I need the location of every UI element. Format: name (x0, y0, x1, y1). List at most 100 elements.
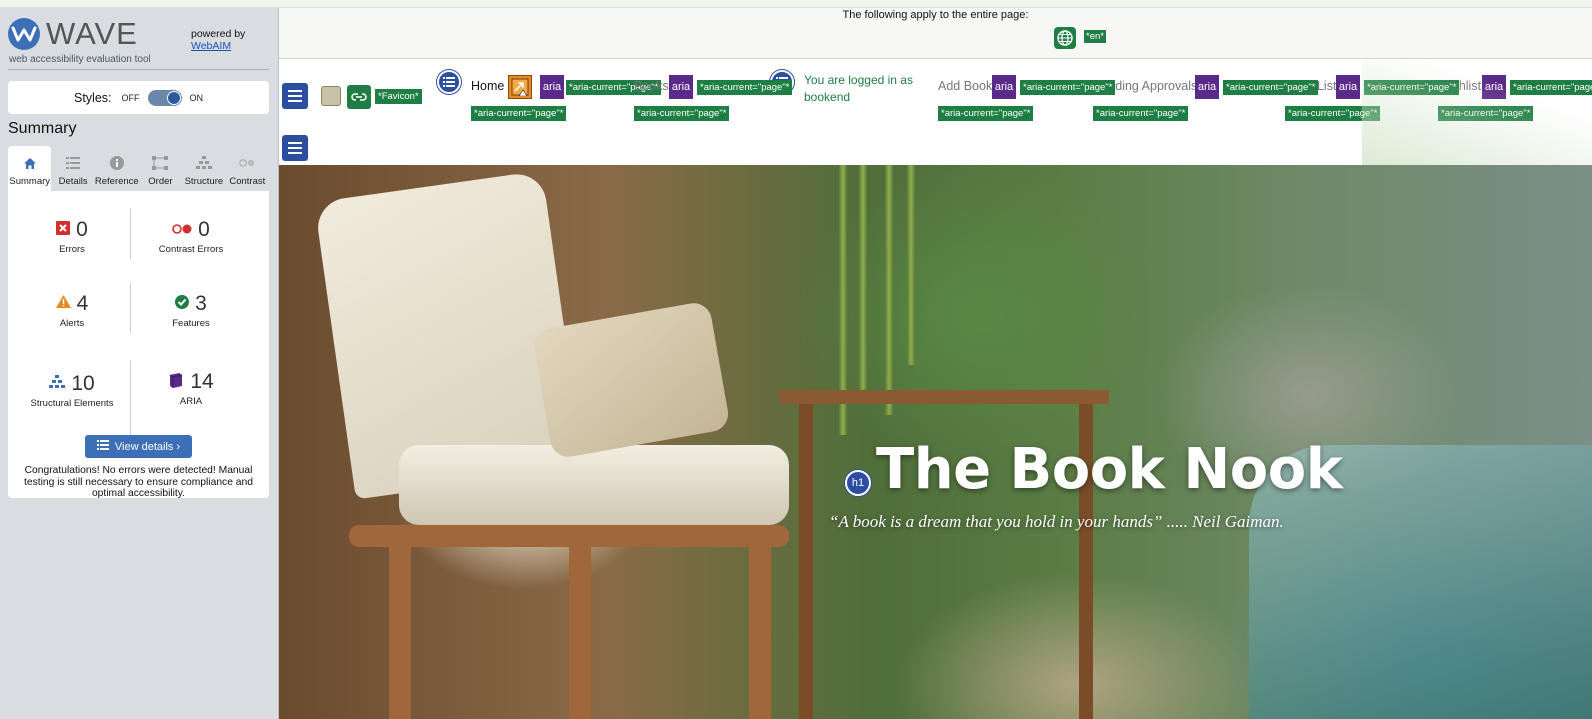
aria-current-tag: *aria-current="page"* (1510, 80, 1592, 95)
login-status: You are logged in as bookend (804, 73, 913, 104)
divider (130, 209, 131, 259)
aria-current-text: *aria-current="page"* (1513, 82, 1592, 93)
aria-current-tag: *aria-current="page"* (697, 80, 793, 95)
tab-structure[interactable]: Structure (182, 146, 225, 191)
tab-label: Reference (94, 176, 139, 187)
aria-current-tag: *aria-current="page"* (1364, 80, 1460, 95)
nav-home[interactable]: Home (471, 79, 504, 93)
view-details-button[interactable]: View details › (85, 435, 192, 458)
error-icon (56, 220, 71, 240)
alerts-stat[interactable]: 4 Alerts (12, 291, 132, 329)
site-logo-image[interactable] (321, 86, 341, 106)
errors-stat[interactable]: 0 Errors (12, 217, 132, 255)
aria-current-tag: *aria-current="page"* (1093, 106, 1189, 121)
tab-summary[interactable]: Summary (8, 146, 52, 191)
page-level-bar: The following apply to the entire page: … (279, 8, 1592, 59)
aria-icon[interactable]: aria (669, 75, 693, 99)
aria-current-tag: *aria-current="page"* (1020, 80, 1116, 95)
aria-label: aria (994, 81, 1014, 93)
page-level-text: The following apply to the entire page: (842, 9, 1029, 21)
nav-structure-icon[interactable] (282, 135, 308, 161)
aria-current-tag: *aria-current="page"* (471, 106, 567, 121)
powered-by: powered by WebAIM (191, 28, 245, 52)
tab-order[interactable]: Order (139, 146, 182, 191)
favicon-tag: *Favicon* (375, 89, 422, 104)
aria-cube-icon (168, 372, 184, 393)
tab-label: Contrast (229, 176, 266, 187)
chair-leg (389, 545, 411, 719)
structure-icon (195, 155, 212, 171)
aria-current-text: *aria-current="page"* (474, 108, 564, 119)
aria-current-tag: *aria-current="page"* (1438, 106, 1534, 121)
styles-on-label: ON (189, 92, 204, 103)
structural-label: Structural Elements (30, 398, 114, 409)
aria-current-text: *aria-current="page"* (637, 108, 727, 119)
aria-current-text: *aria-current="page"* (700, 82, 790, 93)
features-label: Features (172, 318, 210, 329)
link-icon[interactable] (347, 85, 371, 109)
wave-wordmark: WAVE (46, 16, 138, 51)
errors-label: Errors (59, 244, 85, 255)
nav-add-book[interactable]: Add Book (938, 79, 992, 93)
bamboo-stalk (907, 165, 915, 365)
styles-toggle-box: Styles: OFF ON (8, 81, 269, 114)
site-navbar: *Favicon* Home aria *aria-current="page"… (279, 59, 1592, 165)
features-count: 3 (195, 292, 207, 315)
header-structure-icon[interactable] (282, 83, 308, 109)
nav-wishlist[interactable]: Wishlist (1438, 79, 1481, 93)
aria-current-tag: *aria-current="page"* (634, 106, 730, 121)
wave-logo[interactable]: WAVE (8, 18, 138, 50)
aria-label: aria (1338, 81, 1358, 93)
divider (130, 361, 131, 441)
h1-badge-label: h1 (851, 477, 865, 489)
wave-sidebar: WAVE web accessibility evaluation tool p… (0, 8, 279, 719)
aria-current-text: *aria-current="page"* (1441, 108, 1531, 119)
aria-label: aria (1197, 81, 1217, 93)
divider (8, 69, 269, 70)
aria-current-text: *aria-current="page"* (1226, 82, 1316, 93)
webaim-link[interactable]: WebAIM (191, 40, 245, 52)
aria-count: 14 (190, 370, 214, 393)
features-stat[interactable]: 3 Features (131, 291, 251, 329)
divider (130, 283, 131, 333)
tab-label: Details (58, 176, 88, 187)
table-leg (799, 404, 813, 719)
redundant-link-alert-icon[interactable] (508, 75, 532, 99)
bamboo-stalk (859, 165, 867, 395)
nav-books[interactable]: Books (634, 79, 669, 93)
structural-stat[interactable]: 10 Structural Elements (12, 371, 132, 409)
chair-leg (569, 545, 591, 719)
evaluated-page: The following apply to the entire page: … (279, 8, 1592, 719)
feature-icon (175, 294, 190, 314)
summary-panel: 0 Errors 0 Contrast Errors 4 Alerts 3 Fe… (8, 191, 269, 499)
aria-icon[interactable]: aria (1482, 75, 1506, 99)
aria-icon[interactable]: aria (1195, 75, 1219, 99)
aria-current-text: *aria-current="page"* (1096, 108, 1186, 119)
side-table (779, 390, 1109, 404)
tab-reference[interactable]: Reference (95, 146, 139, 191)
alert-icon (55, 295, 71, 313)
alerts-count: 4 (76, 292, 89, 315)
styles-toggle[interactable] (147, 89, 182, 106)
tab-contrast[interactable]: Contrast (226, 146, 269, 191)
language-tag: *en* (1084, 30, 1106, 43)
contrast-errors-stat[interactable]: 0 Contrast Errors (131, 217, 251, 255)
page-title: The Book Nook (876, 437, 1343, 502)
aria-icon[interactable]: aria (1336, 75, 1360, 99)
list-icon[interactable] (437, 70, 461, 94)
powered-by-label: powered by (191, 28, 246, 40)
aria-icon[interactable]: aria (540, 75, 564, 99)
chair-frame (349, 525, 789, 547)
aria-stat[interactable]: 14 ARIA (131, 369, 251, 407)
aria-label: aria (671, 81, 691, 93)
tab-details[interactable]: Details (51, 146, 94, 191)
globe-icon[interactable] (1054, 27, 1076, 49)
wave-tabs: Summary Details Reference Order Structur… (8, 146, 269, 191)
aria-label: aria (542, 81, 562, 93)
hero-banner: h1 The Book Nook “A book is a dream that… (279, 165, 1592, 719)
tab-label: Structure (184, 176, 224, 187)
contrast-error-icon (172, 221, 192, 239)
aria-icon[interactable]: aria (992, 75, 1016, 99)
toggle-knob (166, 90, 181, 105)
h1-icon[interactable]: h1 (845, 470, 871, 496)
